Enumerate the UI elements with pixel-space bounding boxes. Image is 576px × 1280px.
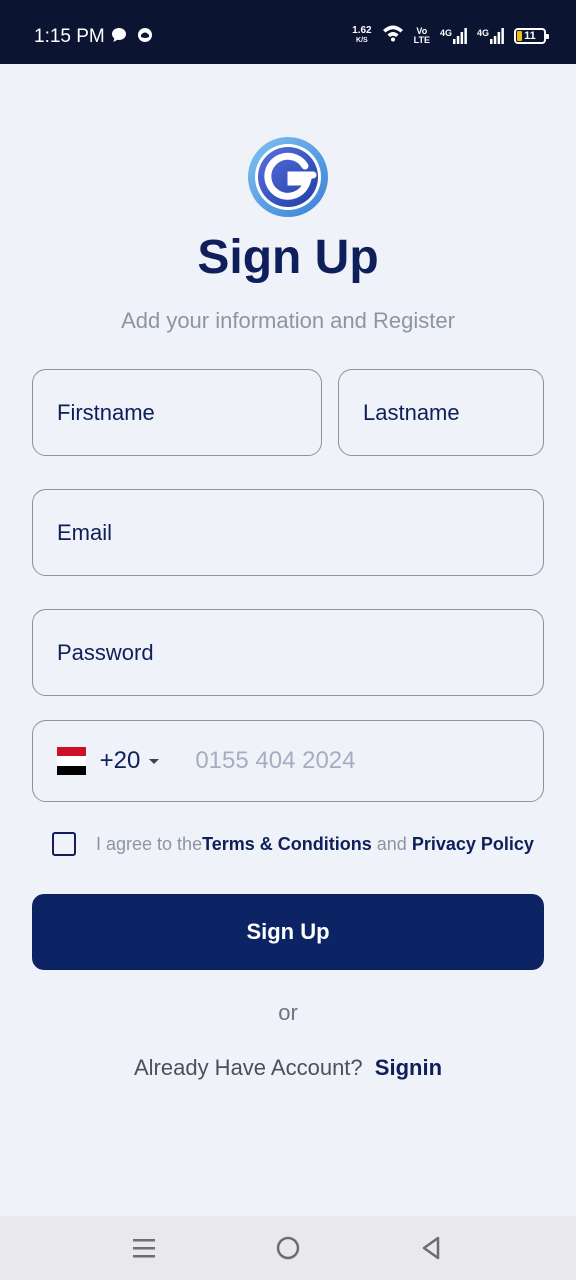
email-input[interactable] [57, 519, 543, 546]
volte-indicator: Vo LTE [413, 25, 430, 45]
page-subtitle: Add your information and Register [121, 308, 455, 333]
net-speed: 1.62 K/S [352, 24, 372, 44]
email-field[interactable] [32, 489, 544, 576]
terms-link[interactable]: Terms & Conditions [202, 834, 372, 854]
app-logo-icon [247, 136, 329, 218]
battery-icon: 11 [514, 27, 549, 44]
firstname-input[interactable] [57, 399, 321, 426]
sign-up-button[interactable]: Sign Up [32, 894, 544, 970]
terms-text: I agree to theTerms & Conditions and Pri… [96, 833, 534, 854]
page-title: Sign Up [197, 231, 379, 284]
system-nav-bar [0, 1216, 576, 1280]
lastname-input[interactable] [363, 399, 543, 426]
back-icon[interactable] [419, 1234, 443, 1267]
terms-agreement: I agree to theTerms & Conditions and Pri… [52, 832, 534, 856]
or-divider: or [278, 1000, 298, 1025]
country-code-selector[interactable]: +20 [100, 747, 196, 775]
signin-prompt: Already Have Account? Signin [133, 1055, 443, 1080]
phone-field[interactable]: +20 [32, 720, 544, 802]
signal-icon: 4G [440, 27, 467, 44]
notification-icon [137, 27, 153, 48]
egypt-flag-icon [57, 747, 86, 775]
menu-icon[interactable] [132, 1234, 156, 1267]
caret-down-icon [149, 758, 160, 764]
home-icon[interactable] [275, 1234, 301, 1267]
country-code-label: +20 [99, 747, 141, 774]
lastname-field[interactable] [338, 369, 544, 456]
wifi-icon [382, 24, 404, 47]
terms-checkbox[interactable] [52, 832, 76, 856]
privacy-link[interactable]: Privacy Policy [412, 834, 534, 854]
status-icons: 1.62 K/S Vo LTE 4G 4G 11 [352, 24, 549, 47]
password-input[interactable] [57, 639, 543, 666]
signal-icon: 4G [477, 27, 504, 44]
chat-bubble-icon [111, 27, 127, 48]
firstname-field[interactable] [32, 369, 322, 456]
signin-link[interactable]: Signin [375, 1055, 442, 1080]
phone-input[interactable] [195, 747, 543, 775]
status-bar: 1:15 PM 1.62 K/S Vo LTE 4G 4G 11 [0, 0, 576, 64]
status-time: 1:15 PM [34, 26, 105, 47]
password-field[interactable] [32, 609, 544, 696]
